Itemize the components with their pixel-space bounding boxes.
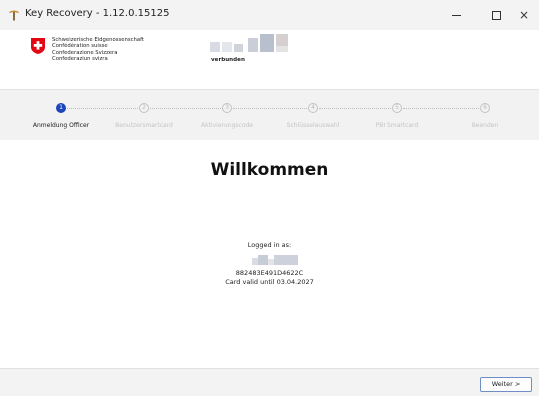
main-content: Willkommen Logged in as: 882483E491D4622… xyxy=(0,140,539,368)
org-name-rm: Confederaziun svizra xyxy=(52,56,108,63)
footer-bar: Weiter > xyxy=(0,368,539,396)
step-5-label: PBI Smartcard xyxy=(375,122,419,129)
next-button[interactable]: Weiter > xyxy=(480,377,532,392)
step-1-label: Anmeldung Officer xyxy=(32,122,90,129)
step-connector xyxy=(403,108,479,109)
step-1-indicator: 1 xyxy=(56,103,66,113)
pickaxe-key-icon xyxy=(9,10,19,21)
step-3-indicator: 3 xyxy=(222,103,232,113)
step-2-indicator: 2 xyxy=(139,103,149,113)
window-title: Key Recovery - 1.12.0.15125 xyxy=(25,8,170,19)
step-5-indicator: 5 xyxy=(392,103,402,113)
close-icon: × xyxy=(518,8,530,22)
step-connector xyxy=(150,108,221,109)
title-bar[interactable]: Key Recovery - 1.12.0.15125 × xyxy=(0,0,539,30)
step-6-label: Beenden xyxy=(471,122,499,129)
redacted-user-name xyxy=(252,255,300,265)
card-id: 882483E491D4622C xyxy=(235,269,304,277)
step-connector xyxy=(319,108,391,109)
header-banner: Schweizerische Eidgenossenschaft Confédé… xyxy=(0,30,539,90)
step-4-indicator: 4 xyxy=(308,103,318,113)
swiss-crest-icon xyxy=(31,38,45,54)
wizard-stepper: 1 Anmeldung Officer 2 Benutzersmartcard … xyxy=(0,90,539,140)
connection-status: verbunden xyxy=(211,57,245,63)
step-connector xyxy=(233,108,307,109)
redacted-server-name xyxy=(210,34,300,54)
step-3-label: Aktivierungscode xyxy=(201,122,253,129)
step-2-label: Benutzersmartcard xyxy=(115,122,173,129)
page-title: Willkommen xyxy=(210,160,329,180)
close-button[interactable]: × xyxy=(509,0,539,30)
app-window: Key Recovery - 1.12.0.15125 × Schweizeri… xyxy=(0,0,539,396)
step-6-indicator: 6 xyxy=(480,103,490,113)
organization-names: Schweizerische Eidgenossenschaft Confédé… xyxy=(52,37,144,63)
maximize-icon xyxy=(491,10,501,20)
card-validity: Card valid until 03.04.2027 xyxy=(225,278,314,286)
logged-in-label: Logged in as: xyxy=(247,241,292,249)
minimize-button[interactable] xyxy=(436,0,476,30)
step-connector xyxy=(67,108,138,109)
minimize-icon xyxy=(451,14,461,16)
step-4-label: Schlüsselauswahl xyxy=(286,122,340,129)
